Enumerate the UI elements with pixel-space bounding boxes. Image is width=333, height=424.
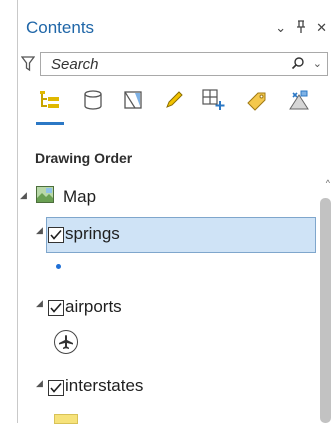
list-by-editing-icon[interactable] xyxy=(160,86,188,114)
scroll-up-arrow-icon[interactable]: ^ xyxy=(326,178,330,188)
collapse-arrow-icon[interactable]: ◢ xyxy=(20,190,27,201)
list-by-drawing-order-icon[interactable] xyxy=(36,86,64,114)
list-by-data-source-icon[interactable] xyxy=(79,86,107,114)
scrollbar-thumb[interactable] xyxy=(320,198,331,423)
collapse-arrow-icon[interactable]: ◢ xyxy=(36,298,43,309)
contents-toolbar xyxy=(36,86,326,126)
pane-options-button[interactable]: ⌄ xyxy=(275,20,286,37)
map-icon xyxy=(36,186,54,203)
list-by-selection-icon[interactable] xyxy=(119,86,147,114)
close-button[interactable]: ✕ xyxy=(316,20,327,37)
layer-label-airports[interactable]: airports xyxy=(65,297,122,317)
pin-icon[interactable] xyxy=(296,20,306,37)
visibility-checkbox-interstates[interactable] xyxy=(48,380,64,396)
layer-label-springs[interactable]: springs xyxy=(65,224,120,244)
pane-border xyxy=(17,0,18,423)
search-input[interactable] xyxy=(41,53,261,75)
map-node-label[interactable]: Map xyxy=(63,187,96,207)
search-box[interactable]: ⌄ xyxy=(40,52,328,76)
search-icon[interactable] xyxy=(291,56,305,75)
drawing-order-heading: Drawing Order xyxy=(35,150,133,166)
pane-title: Contents xyxy=(26,18,95,37)
visibility-checkbox-airports[interactable] xyxy=(48,300,64,316)
filter-icon[interactable] xyxy=(20,56,36,77)
visibility-checkbox-springs[interactable] xyxy=(48,227,64,243)
chevron-down-icon[interactable]: ⌄ xyxy=(313,57,322,70)
pane-controls: ⌄ ✕ xyxy=(275,20,327,37)
collapse-arrow-icon[interactable]: ◢ xyxy=(36,225,43,236)
list-by-snapping-icon[interactable] xyxy=(200,86,228,114)
active-tab-indicator xyxy=(36,122,64,125)
list-by-labeling-icon[interactable] xyxy=(243,86,271,114)
point-symbol xyxy=(56,264,61,269)
list-by-perspective-imagery-icon[interactable] xyxy=(285,86,313,114)
collapse-arrow-icon[interactable]: ◢ xyxy=(36,378,43,389)
airport-icon xyxy=(54,330,78,354)
layer-label-interstates[interactable]: interstates xyxy=(65,376,143,396)
